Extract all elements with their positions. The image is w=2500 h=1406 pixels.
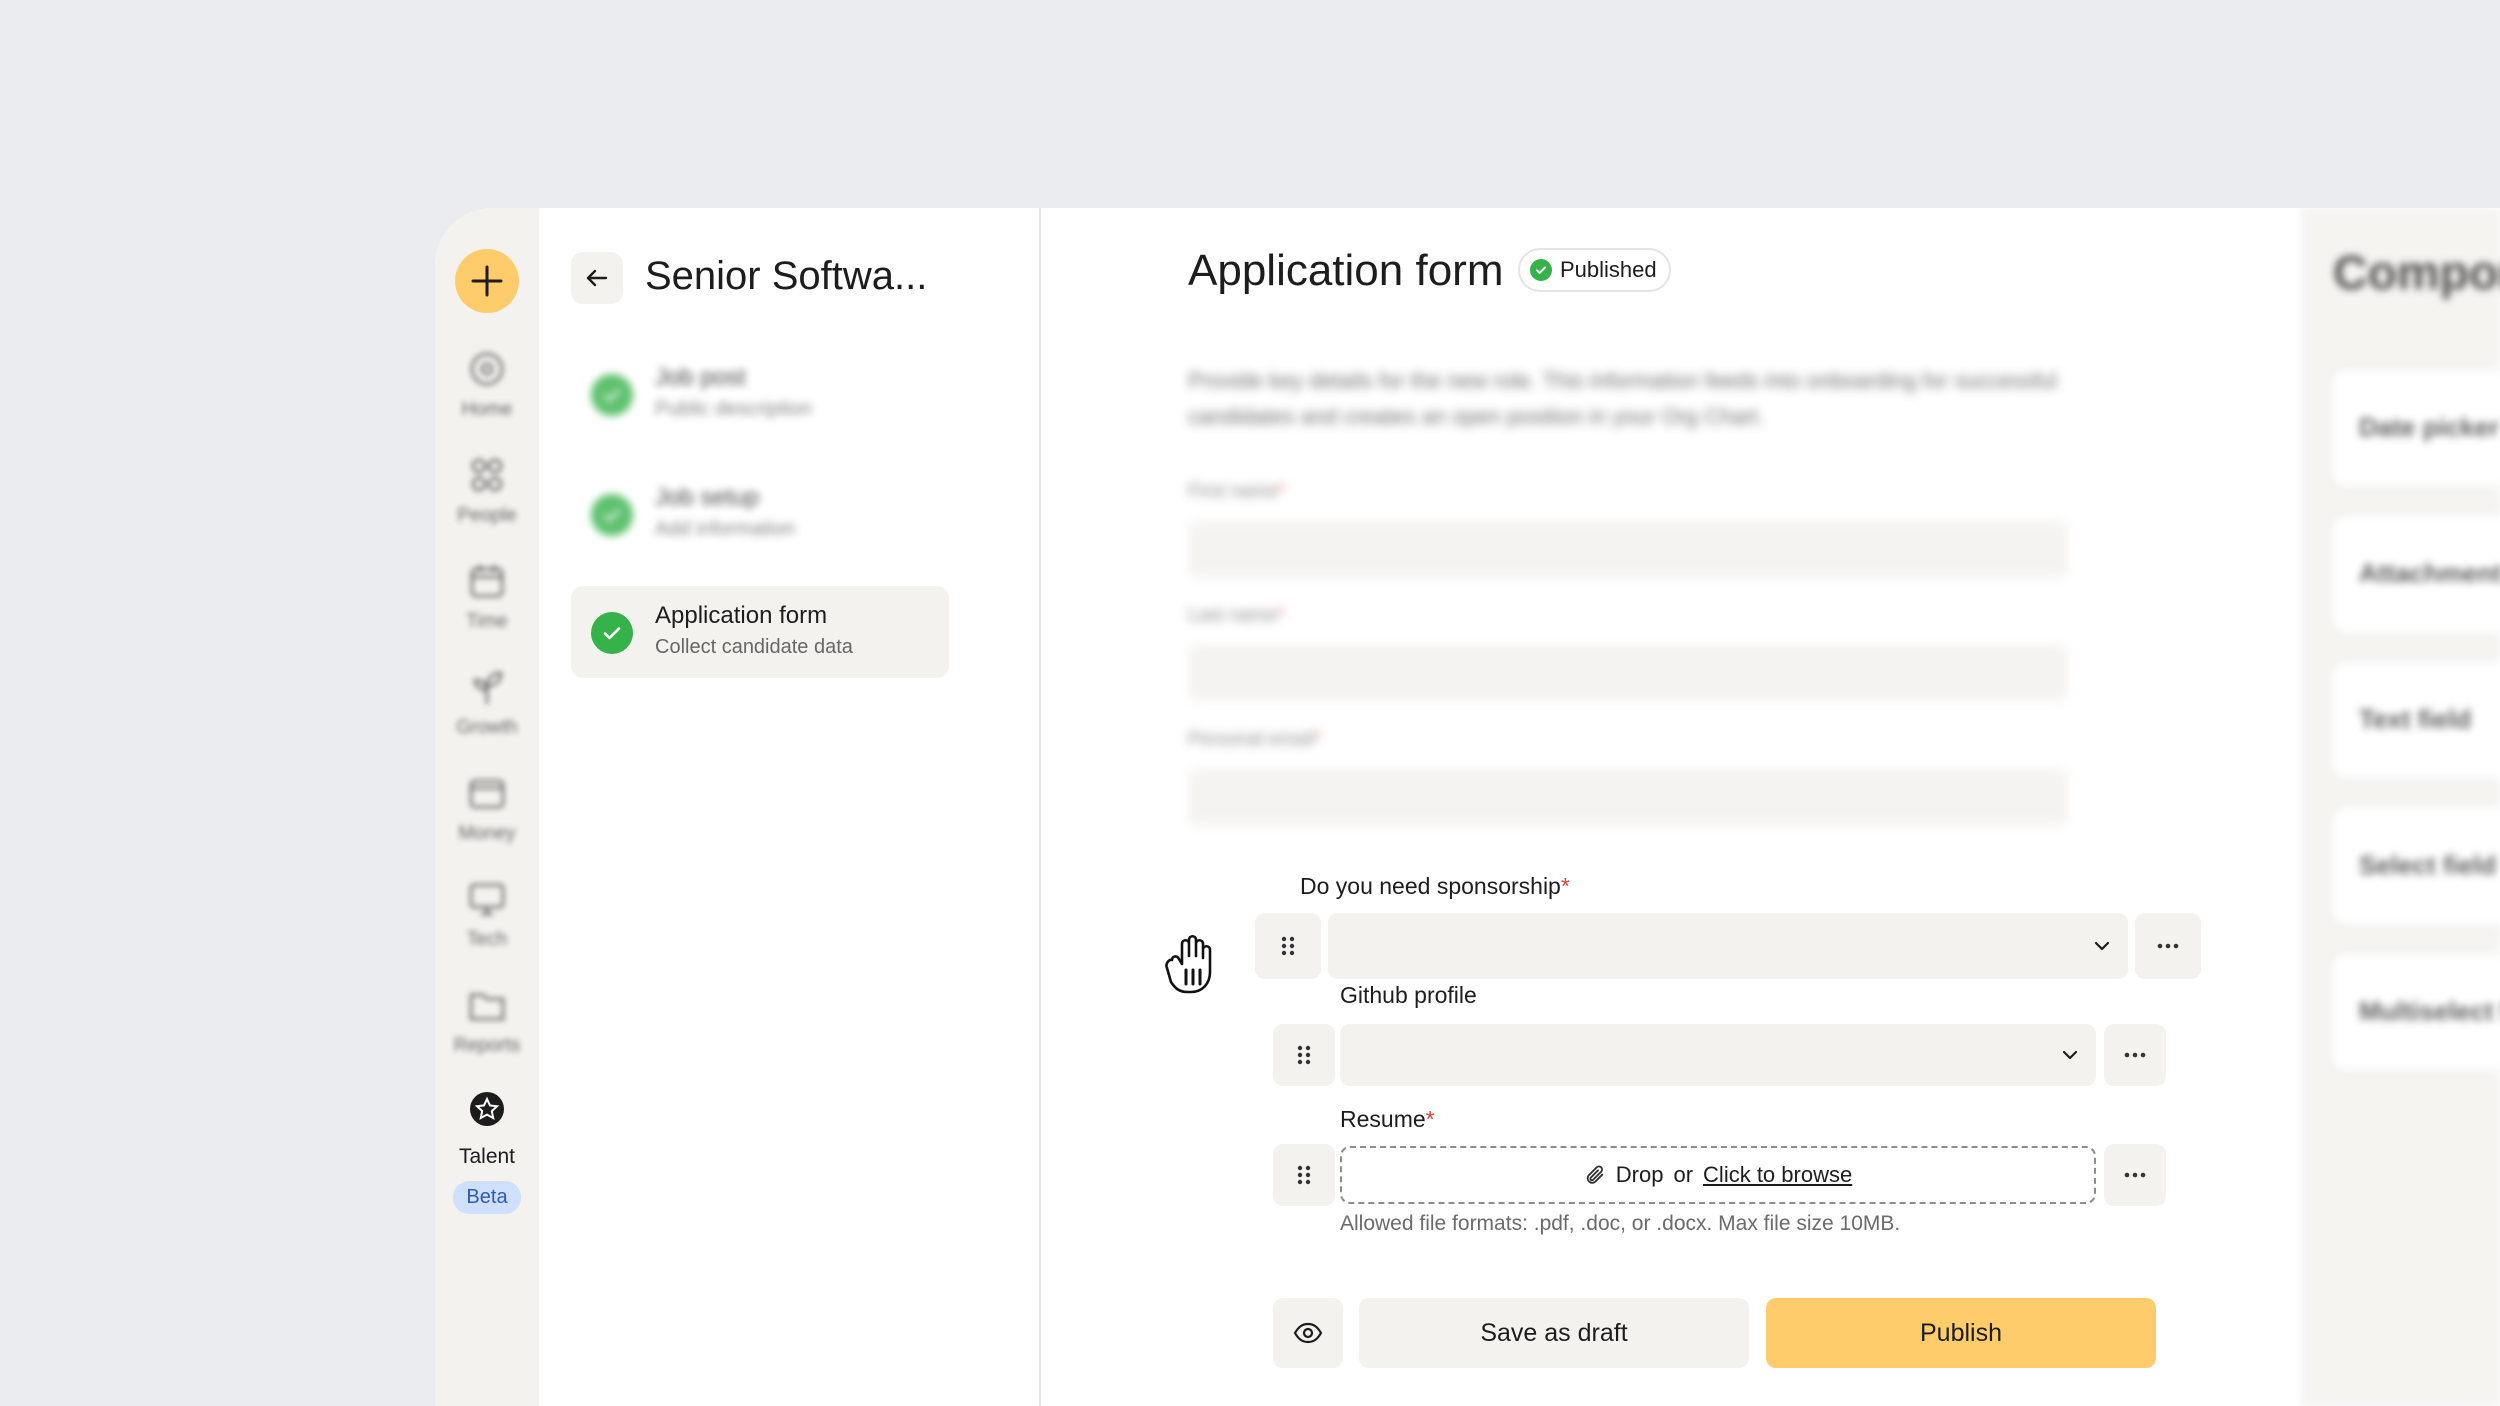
step-title: Application form xyxy=(655,602,828,629)
home-icon xyxy=(470,352,504,386)
more-horizontal-icon xyxy=(2124,1052,2146,1058)
nav-home[interactable]: Home xyxy=(435,348,539,421)
steps-panel: Senior Softwa... Job post Public descrip… xyxy=(539,208,1041,1406)
github-more-button[interactable] xyxy=(2104,1024,2166,1086)
check-icon xyxy=(591,374,633,416)
component-attachment[interactable]: Attachment xyxy=(2333,516,2500,632)
field-label-first-name: First name* xyxy=(1188,481,1286,502)
back-button[interactable] xyxy=(571,252,623,304)
component-date-picker[interactable]: Date picker xyxy=(2333,370,2500,486)
drop-text: Drop xyxy=(1615,1162,1664,1187)
drag-handle[interactable] xyxy=(1255,913,1321,979)
icon-rail: Home People Time Growth Money Tech Repor… xyxy=(435,208,539,1406)
last-name-field[interactable] xyxy=(1188,644,2068,702)
github-select[interactable] xyxy=(1340,1024,2096,1086)
drag-handle[interactable] xyxy=(1273,1144,1335,1206)
github-label: Github profile xyxy=(1340,982,1477,1008)
step-subtitle: Public description xyxy=(655,398,812,420)
arrow-left-icon xyxy=(586,269,608,287)
component-text-field[interactable]: Text field xyxy=(2333,662,2500,778)
preview-button[interactable] xyxy=(1273,1298,1343,1368)
file-format-hint: Allowed file formats: .pdf, .doc, or .do… xyxy=(1340,1212,1901,1235)
sponsorship-more-button[interactable] xyxy=(2135,913,2201,979)
people-icon xyxy=(471,458,503,492)
form-editor: Application form Published Provide key d… xyxy=(1041,208,2301,1406)
components-panel: Components Date picker Attachment Text f… xyxy=(2301,208,2500,1406)
personal-email-field[interactable] xyxy=(1188,768,2068,826)
wallet-icon xyxy=(469,779,505,809)
resume-label: Resume* xyxy=(1340,1106,1435,1132)
nav-reports[interactable]: Reports xyxy=(435,984,539,1057)
drag-dots-icon xyxy=(1281,936,1295,956)
sponsorship-label: Do you need sponsorship* xyxy=(1300,873,1570,899)
nav-tech-label: Tech xyxy=(466,929,508,950)
nav-reports-label: Reports xyxy=(453,1035,521,1056)
step-job-post[interactable]: Job post Public description xyxy=(571,348,949,440)
calendar-icon xyxy=(470,565,504,598)
eye-icon xyxy=(1293,1322,1323,1344)
step-subtitle: Collect candidate data xyxy=(655,636,853,658)
check-icon xyxy=(591,612,633,654)
nav-growth-label: Growth xyxy=(456,717,518,738)
field-label-personal-email: Personal email* xyxy=(1188,729,1322,750)
browse-link[interactable]: Click to browse xyxy=(1703,1162,1852,1188)
nav-home-label: Home xyxy=(461,399,513,420)
resume-dropzone[interactable]: Drop or Click to browse xyxy=(1340,1146,2096,1204)
step-job-setup[interactable]: Job setup Add information xyxy=(571,468,949,560)
nav-tech[interactable]: Tech xyxy=(435,878,539,951)
star-badge-icon xyxy=(470,1092,504,1126)
app-window: Home People Time Growth Money Tech Repor… xyxy=(435,208,2500,1406)
step-subtitle: Add information xyxy=(655,518,796,540)
monitor-icon xyxy=(469,883,505,916)
save-draft-button[interactable]: Save as draft xyxy=(1359,1298,1749,1368)
drag-dots-icon xyxy=(1297,1165,1311,1185)
chevron-down-icon xyxy=(2094,941,2110,951)
nav-people[interactable]: People xyxy=(435,454,539,527)
components-title: Components xyxy=(2333,247,2500,300)
or-text: or xyxy=(1673,1162,1694,1187)
step-application-form[interactable]: Application form Collect candidate data xyxy=(571,586,949,678)
plant-icon xyxy=(473,671,503,704)
field-label-last-name: Last name* xyxy=(1188,605,1285,626)
job-title: Senior Softwa... xyxy=(645,254,928,298)
add-button[interactable] xyxy=(455,249,519,313)
nav-money[interactable]: Money xyxy=(435,772,539,845)
page-title: Application form xyxy=(1188,246,1504,295)
nav-growth[interactable]: Growth xyxy=(435,666,539,739)
form-description: Provide key details for the new role. Th… xyxy=(1188,368,2058,429)
nav-time[interactable]: Time xyxy=(435,560,539,633)
publish-button[interactable]: Publish xyxy=(1766,1298,2156,1368)
resume-more-button[interactable] xyxy=(2104,1144,2166,1206)
grab-cursor-icon xyxy=(1165,934,1212,994)
beta-badge: Beta xyxy=(453,1181,521,1214)
folder-icon xyxy=(469,993,505,1021)
form-preview-blurred: Provide key details for the new role. Th… xyxy=(1176,323,2166,843)
nav-time-label: Time xyxy=(466,611,508,632)
status-badge: Published xyxy=(1518,248,1671,292)
check-circle-icon xyxy=(1530,259,1552,281)
more-horizontal-icon xyxy=(2157,943,2179,949)
chevron-down-icon xyxy=(2062,1050,2078,1060)
status-text: Published xyxy=(1560,257,1657,282)
component-select-field[interactable]: Select field xyxy=(2333,808,2500,924)
first-name-field[interactable] xyxy=(1188,520,2068,578)
plus-icon xyxy=(471,265,503,297)
more-horizontal-icon xyxy=(2124,1172,2146,1178)
drag-dots-icon xyxy=(1297,1045,1311,1065)
paperclip-icon xyxy=(1586,1165,1604,1184)
nav-people-label: People xyxy=(457,505,517,526)
sponsorship-select[interactable] xyxy=(1328,913,2128,979)
step-title: Job post xyxy=(655,364,746,391)
step-title: Job setup xyxy=(655,484,760,511)
nav-talent[interactable]: Talent Beta xyxy=(435,1088,539,1214)
check-icon xyxy=(591,494,633,536)
nav-money-label: Money xyxy=(458,823,516,844)
component-multiselect-field[interactable]: Multiselect field xyxy=(2333,954,2500,1070)
drag-handle[interactable] xyxy=(1273,1024,1335,1086)
nav-talent-label: Talent xyxy=(458,1145,516,1168)
